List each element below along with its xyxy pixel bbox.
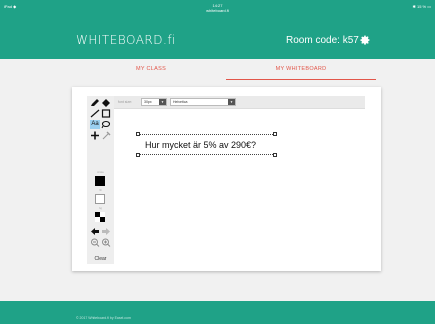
font-size-select[interactable]: 30px ▼ — [141, 98, 167, 106]
tab-my-class[interactable]: MY CLASS — [76, 62, 226, 80]
zoom-out-icon[interactable] — [90, 238, 100, 247]
app-logo[interactable]: WHITEBOARD.fi — [76, 33, 176, 47]
resize-handle-bottom-right[interactable] — [273, 153, 277, 157]
text-tool-icon[interactable]: Aa — [90, 120, 100, 129]
font-family-value: Helvetica — [173, 100, 188, 104]
room-code: Room code: k57 — [286, 35, 359, 46]
fill-color-label: fill — [99, 189, 102, 192]
footer-copyright: © 2017 Whiteboard.fi by Easel.com — [76, 316, 131, 320]
battery-indicator: ✱ 15 % ▭ — [412, 4, 431, 9]
redo-icon[interactable] — [101, 227, 111, 236]
font-size-label: font size: — [118, 100, 133, 104]
resize-handle-top-right[interactable] — [273, 132, 277, 136]
chevron-down-icon: ▼ — [159, 99, 166, 105]
marker-icon[interactable] — [101, 98, 111, 107]
tab-my-whiteboard[interactable]: MY WHITEBOARD — [226, 62, 376, 80]
clear-button[interactable]: Clear — [87, 256, 114, 262]
fill-color-swatch[interactable] — [95, 194, 105, 204]
swap-colors-icon[interactable] — [95, 212, 105, 222]
pencil-icon[interactable] — [90, 98, 100, 107]
page-footer: © 2017 Whiteboard.fi by Easel.com — [0, 301, 435, 324]
lasso-icon[interactable] — [101, 120, 111, 129]
tool-palette: Aa stroke fill bg Clear — [87, 96, 114, 264]
bg-color-label: bg — [99, 207, 102, 210]
drawing-canvas[interactable]: font size: 30px ▼ Helvetica ▼ Hur mycket… — [114, 96, 365, 264]
zoom-in-icon[interactable] — [101, 238, 111, 247]
eyedropper-icon[interactable] — [101, 131, 111, 140]
canvas-text[interactable]: Hur mycket är 5% av 290€? — [145, 140, 256, 150]
chevron-down-icon: ▼ — [228, 99, 235, 105]
undo-icon[interactable] — [90, 227, 100, 236]
text-box[interactable]: Hur mycket är 5% av 290€? — [138, 134, 275, 155]
move-icon[interactable] — [90, 131, 100, 140]
tab-bar: MY CLASS MY WHITEBOARD — [76, 62, 376, 80]
gear-icon[interactable] — [359, 34, 371, 46]
status-center: 14:27 whiteboard.fi — [0, 3, 435, 13]
text-options-bar: font size: 30px ▼ Helvetica ▼ — [114, 96, 365, 109]
stroke-color-label: stroke — [97, 171, 104, 174]
font-size-value: 30px — [144, 100, 152, 104]
stroke-color-swatch[interactable] — [95, 176, 105, 186]
status-site: whiteboard.fi — [206, 8, 229, 13]
resize-handle-bottom-left[interactable] — [136, 153, 140, 157]
resize-handle-top-left[interactable] — [136, 132, 140, 136]
rectangle-icon[interactable] — [101, 109, 111, 118]
app-header: WHITEBOARD.fi Room code: k57 — [0, 24, 435, 59]
line-icon[interactable] — [90, 109, 100, 118]
font-family-select[interactable]: Helvetica ▼ — [170, 98, 236, 106]
ios-status-bar: iPad ◆ 14:27 whiteboard.fi ✱ 15 % ▭ — [0, 0, 435, 24]
